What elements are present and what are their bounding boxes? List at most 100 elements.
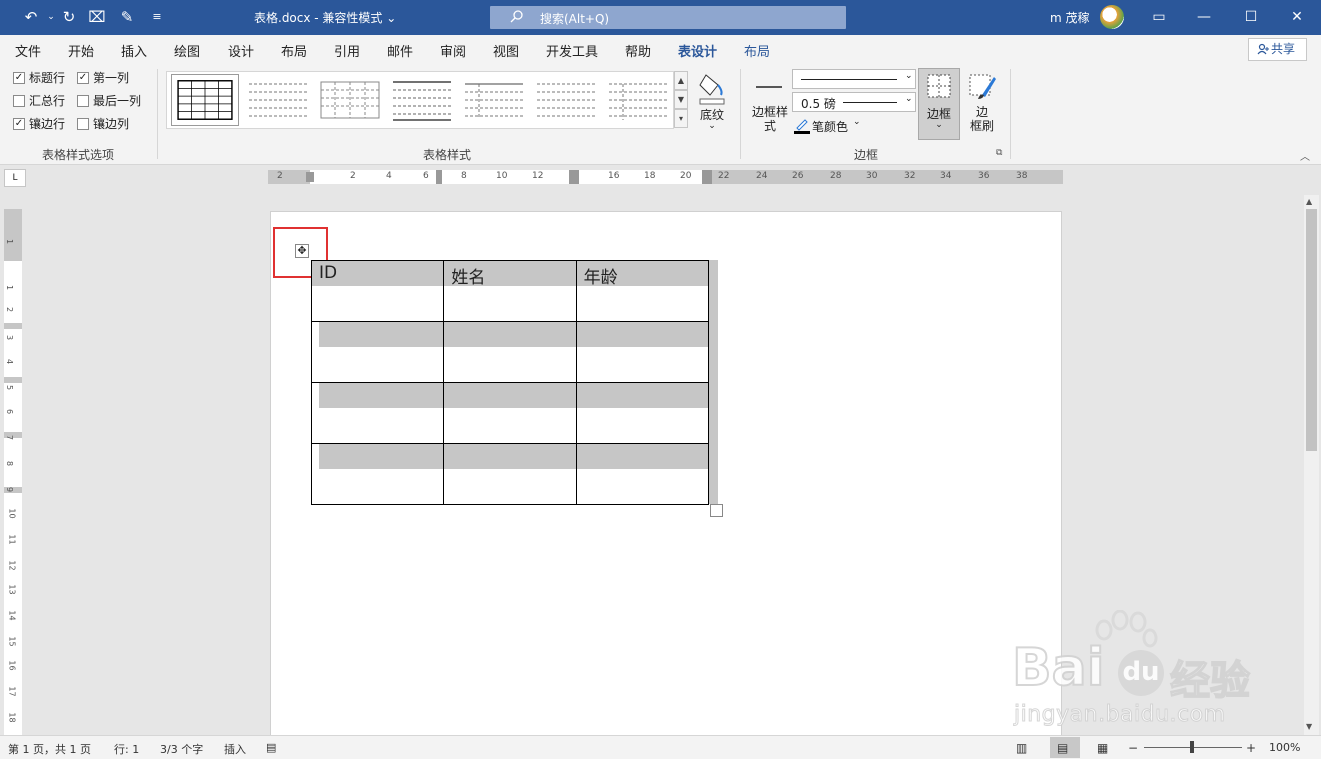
shading-button[interactable]: 底纹 ⌄ <box>692 69 732 139</box>
borders-button[interactable]: 边框 ⌄ <box>918 68 960 140</box>
table-cell[interactable] <box>443 382 577 444</box>
status-bar: 第 1 页，共 1 页 行: 1 3/3 个字 插入 ▤ ▥ ▤ ▦ − + 1… <box>0 735 1321 759</box>
close-icon[interactable]: ✕ <box>1284 6 1310 28</box>
read-mode-icon[interactable]: ▥ <box>1016 741 1027 755</box>
tab-view[interactable]: 视图 <box>493 41 519 60</box>
ribbon-display-options-icon[interactable]: ▭ <box>1146 6 1172 28</box>
tab-references[interactable]: 引用 <box>334 41 360 60</box>
ruler-number: 6 <box>5 408 15 415</box>
vertical-ruler[interactable]: 1 1 2 3 4 5 6 7 8 9 10 11 12 13 14 15 16… <box>4 209 22 735</box>
line-number[interactable]: 行: 1 <box>114 741 139 757</box>
tab-layout[interactable]: 布局 <box>281 41 307 60</box>
tab-design[interactable]: 设计 <box>228 41 254 60</box>
document-table[interactable]: ID 姓名 年龄 <box>310 260 710 505</box>
table-style-plain4-thumbnail[interactable] <box>461 76 527 126</box>
tab-selector-icon[interactable]: L <box>4 169 26 187</box>
document-page[interactable]: ✥ ID 姓名 年龄 <box>270 211 1062 741</box>
banded-rows-checkbox[interactable]: ✓ 镶边行 <box>13 117 65 131</box>
ruler-number: 5 <box>5 384 15 391</box>
border-styles-button[interactable]: 边框样 式 <box>750 71 790 141</box>
zoom-in-icon[interactable]: + <box>1246 741 1256 755</box>
watermark-url: jingyan.baidu.com <box>1014 702 1226 728</box>
banded-columns-label: 镶边列 <box>93 117 130 131</box>
dialog-launcher-icon[interactable]: ⧉ <box>996 148 1002 158</box>
header-row-checkbox[interactable]: ✓ 标题行 <box>13 71 65 85</box>
document-title[interactable]: 表格.docx - 兼容性模式 ⌄ <box>254 9 396 26</box>
collapse-ribbon-icon[interactable]: ︿ <box>1300 148 1310 163</box>
user-name[interactable]: m 茂稼 <box>1050 9 1090 26</box>
scroll-up-icon[interactable]: ▲ <box>1306 197 1312 206</box>
tab-help[interactable]: 帮助 <box>625 41 651 60</box>
table-cell[interactable]: ID <box>310 260 445 322</box>
print-layout-icon[interactable]: ▤ <box>1057 741 1068 755</box>
tab-draw[interactable]: 绘图 <box>174 41 200 60</box>
table-cell[interactable] <box>443 321 577 383</box>
ribbon: ✓ 标题行 ✓ 第一列 汇总行 最后一列 ✓ 镶边行 镶边列 表格样式选项 ▲ … <box>0 63 1321 165</box>
web-layout-icon[interactable]: ▦ <box>1097 741 1108 755</box>
table-style-plain5-thumbnail[interactable] <box>533 76 599 126</box>
ribbon-tabs: 文件 开始 插入 绘图 设计 布局 引用 邮件 审阅 视图 开发工具 帮助 表设… <box>0 35 1321 66</box>
maximize-icon[interactable]: ☐ <box>1238 6 1264 28</box>
tab-home[interactable]: 开始 <box>68 41 94 60</box>
tab-review[interactable]: 审阅 <box>440 41 466 60</box>
zoom-level[interactable]: 100% <box>1269 741 1300 754</box>
watermark-brand: Bai <box>1011 637 1106 699</box>
first-column-checkbox[interactable]: ✓ 第一列 <box>77 71 129 85</box>
edit-icon[interactable]: ✎ <box>116 7 138 27</box>
zoom-slider-thumb[interactable] <box>1190 741 1194 753</box>
customize-toolbar-icon[interactable]: ≡ <box>146 7 168 27</box>
line-style-dropdown[interactable]: ⌄ <box>792 69 916 89</box>
touch-mode-icon[interactable]: ⌧ <box>86 7 108 27</box>
table-cell[interactable]: 姓名 <box>443 260 577 322</box>
total-row-checkbox[interactable]: 汇总行 <box>13 94 65 108</box>
table-cell[interactable] <box>575 382 710 444</box>
zoom-out-icon[interactable]: − <box>1128 741 1138 755</box>
table-style-plain3-thumbnail[interactable] <box>389 76 455 126</box>
tab-table-layout[interactable]: 布局 <box>744 41 770 60</box>
title-bar: ↶ ⌄ ↻ ⌧ ✎ ≡ 表格.docx - 兼容性模式 ⌄ 搜索(Alt+Q) … <box>0 0 1321 35</box>
tab-file[interactable]: 文件 <box>15 41 41 60</box>
banded-columns-checkbox[interactable]: 镶边列 <box>77 117 129 131</box>
border-painter-button[interactable]: 边 框刷 <box>962 69 1002 139</box>
tab-developer[interactable]: 开发工具 <box>546 41 598 60</box>
table-cell[interactable]: 年龄 <box>575 260 710 322</box>
table-style-plain1-thumbnail[interactable] <box>245 76 311 126</box>
redo-icon[interactable]: ↻ <box>58 7 80 27</box>
table-cell[interactable] <box>443 443 577 505</box>
table-cell[interactable] <box>575 443 710 505</box>
share-button[interactable]: 共享 <box>1248 38 1307 61</box>
pen-color-label: 笔颜色 <box>812 120 849 134</box>
ruler-bar: L 2 2 4 6 8 10 12 16 18 20 22 24 26 28 3… <box>0 165 1321 189</box>
line-weight-dropdown[interactable]: 0.5 磅 ⌄ <box>792 92 916 112</box>
minimize-icon[interactable]: — <box>1191 6 1217 28</box>
table-style-plain2-thumbnail[interactable] <box>317 76 383 126</box>
ruler-number: 1 <box>5 284 15 291</box>
scroll-thumb[interactable] <box>1306 209 1317 451</box>
horizontal-ruler[interactable]: 2 2 4 6 8 10 12 16 18 20 22 24 26 28 30 … <box>268 170 1063 184</box>
gallery-up-icon[interactable]: ▲ <box>674 71 688 90</box>
table-cell[interactable] <box>310 321 445 383</box>
gallery-down-icon[interactable]: ▼ <box>674 90 688 109</box>
table-cell[interactable] <box>310 443 445 505</box>
tab-insert[interactable]: 插入 <box>121 41 147 60</box>
table-cell[interactable] <box>310 382 445 444</box>
pen-color-button[interactable]: 笔颜色 ⌄ <box>794 117 864 135</box>
table-resize-handle-icon[interactable] <box>710 504 723 517</box>
search-box[interactable]: 搜索(Alt+Q) <box>490 6 846 29</box>
macro-record-icon[interactable]: ▤ <box>266 741 276 754</box>
insert-mode[interactable]: 插入 <box>224 741 246 757</box>
page-count[interactable]: 第 1 页，共 1 页 <box>8 741 91 757</box>
table-style-plain6-thumbnail[interactable] <box>605 76 671 126</box>
gallery-more-icon[interactable]: ▾ <box>674 109 688 128</box>
ruler-number: 2 <box>277 171 283 181</box>
table-style-grid-thumbnail[interactable] <box>171 74 239 126</box>
ruler-number: 11 <box>7 534 17 545</box>
tab-mailings[interactable]: 邮件 <box>387 41 413 60</box>
table-cell[interactable] <box>575 321 710 383</box>
tab-table-design[interactable]: 表设计 <box>678 41 718 66</box>
word-count[interactable]: 3/3 个字 <box>160 741 203 757</box>
avatar[interactable] <box>1100 5 1124 29</box>
last-column-checkbox[interactable]: 最后一列 <box>77 94 141 108</box>
undo-icon[interactable]: ↶ <box>20 7 42 27</box>
table-row <box>310 443 710 505</box>
